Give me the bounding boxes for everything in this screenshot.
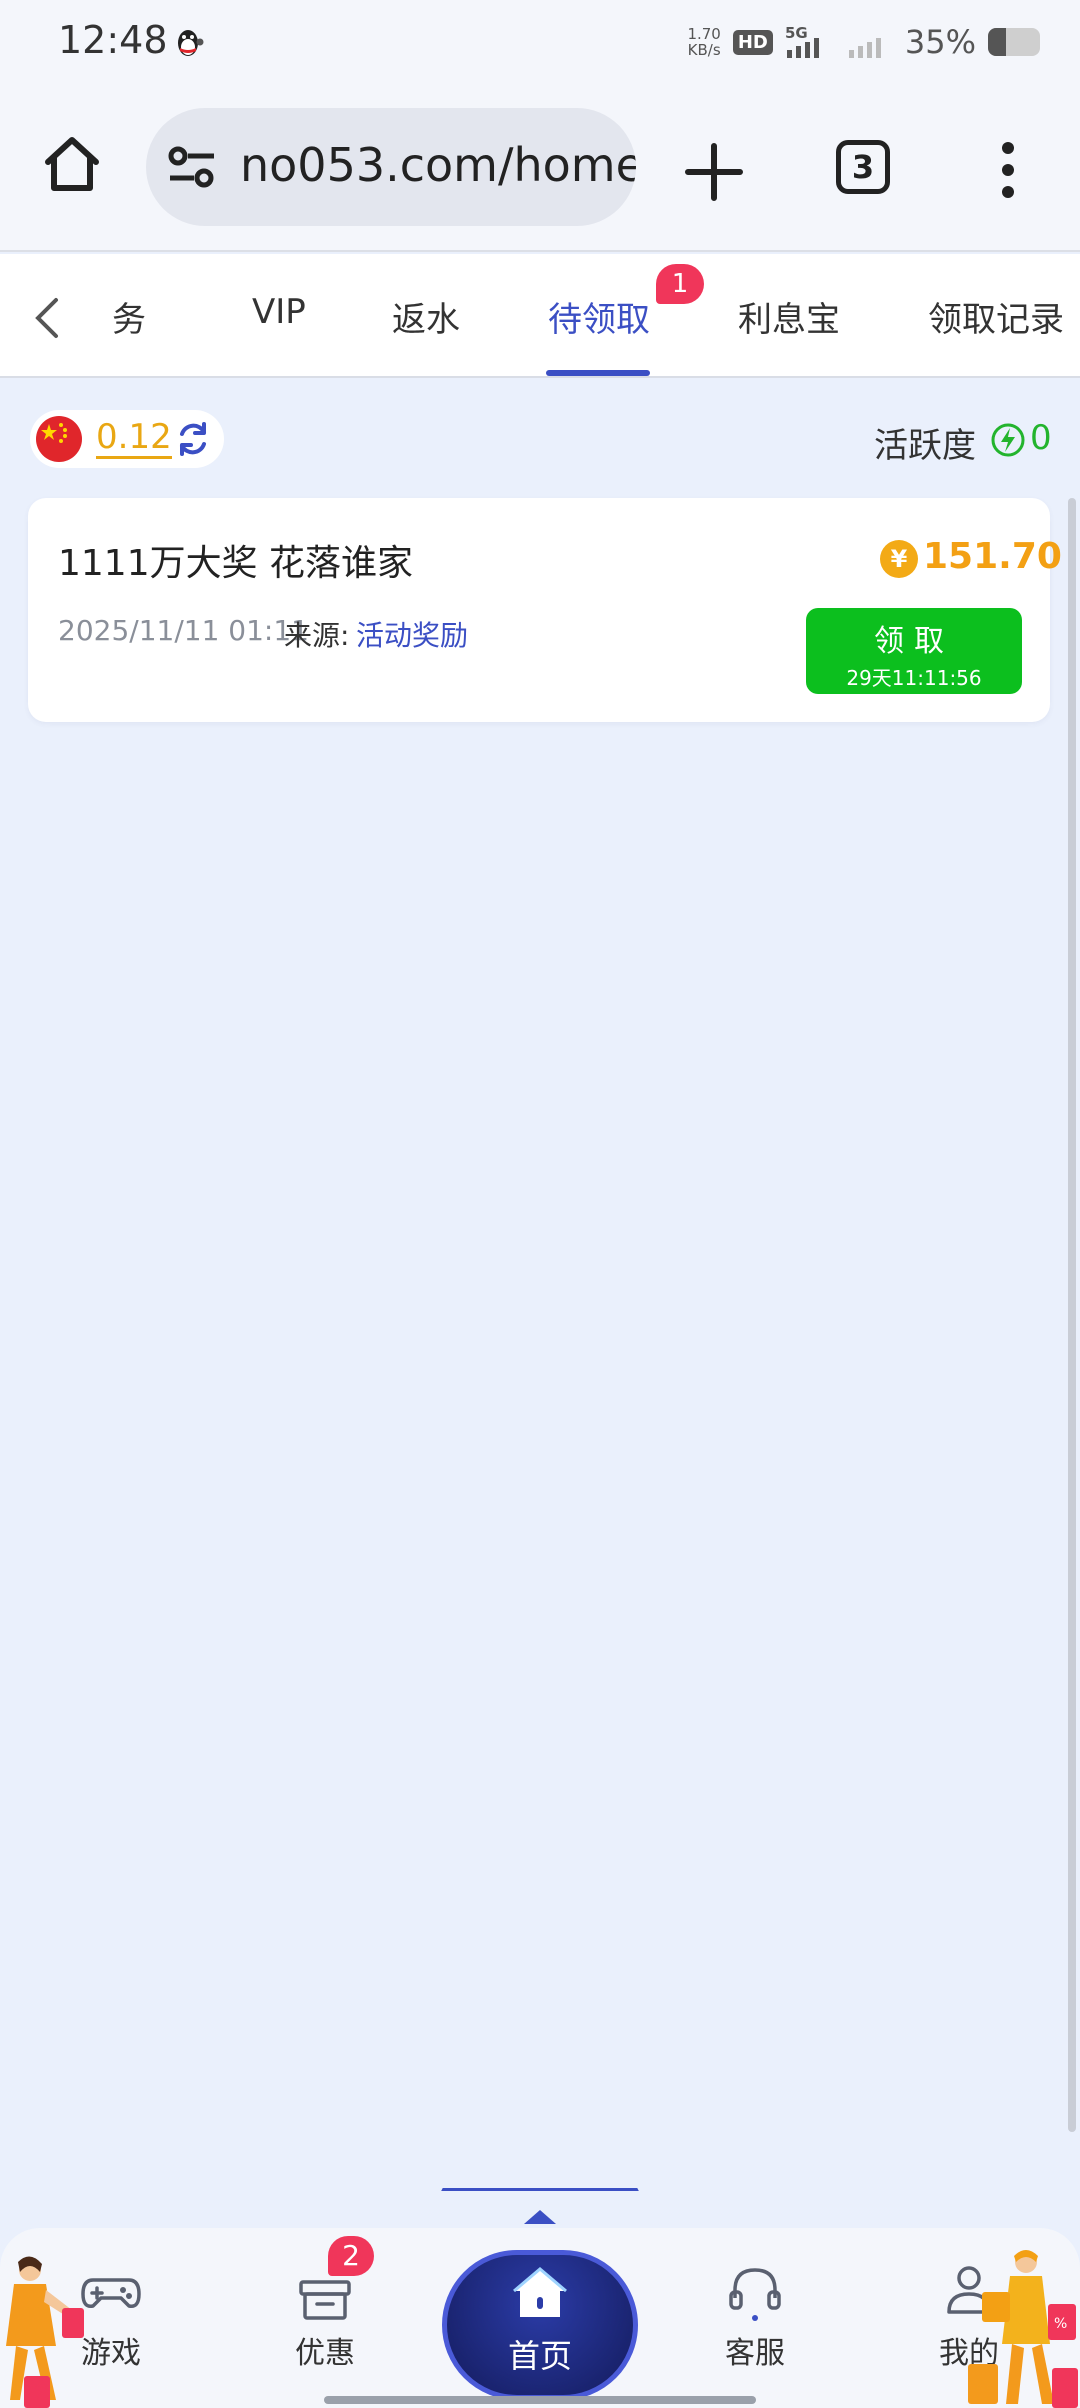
nav-home[interactable]: 首页 <box>442 2250 638 2400</box>
tab-pending-claim[interactable]: 待领取 <box>548 292 650 341</box>
offers-count-badge: 2 <box>328 2236 374 2276</box>
headset-icon <box>729 2268 781 2321</box>
refresh-icon[interactable] <box>174 420 212 458</box>
reward-source-label: 来源: <box>284 619 350 652</box>
hd-icon: HD <box>732 29 773 55</box>
svg-text:5G: 5G <box>785 24 808 42</box>
battery-icon <box>988 28 1040 56</box>
site-settings-icon[interactable] <box>168 146 216 190</box>
address-bar[interactable]: no053.com/home <box>146 108 636 226</box>
reward-date: 2025/11/11 01:11 <box>58 614 309 647</box>
browser-home-icon[interactable] <box>40 132 104 196</box>
coin-icon: ¥ <box>880 540 918 578</box>
home-icon <box>513 2267 567 2317</box>
tab-switcher-button[interactable]: 3 <box>836 140 890 194</box>
tab-rebate[interactable]: 返水 <box>392 292 460 341</box>
claim-button[interactable]: 领取 29天11:11:56 <box>806 608 1022 694</box>
china-flag-icon <box>36 416 82 462</box>
nav-customer-service[interactable]: 客服 <box>690 2260 820 2372</box>
new-tab-icon[interactable] <box>680 138 748 206</box>
reward-source: 活动奖励 <box>356 619 469 652</box>
claim-countdown: 29天11:11:56 <box>846 666 982 690</box>
gesture-navigation-bar[interactable] <box>324 2396 756 2404</box>
reward-amount: 151.70 <box>923 536 1062 577</box>
status-time: 12:48 <box>58 18 168 62</box>
tab-claim-history[interactable]: 领取记录 <box>928 292 1064 341</box>
cell-signal-weak-icon <box>848 38 881 58</box>
active-tab-indicator <box>546 370 650 376</box>
network-speed: 1.70 KB/s <box>687 25 721 59</box>
tab-vip[interactable]: VIP <box>252 292 306 332</box>
cell-signal-5g-icon: 5G <box>785 24 819 58</box>
category-tab-bar: 任务 VIP 返水 待领取 利息宝 领取记录 <box>0 254 1080 378</box>
balance-pill: 0.12 <box>30 410 224 468</box>
nav-customer-service-label: 客服 <box>725 2336 785 2371</box>
nav-home-label: 首页 <box>507 2337 572 2375</box>
nav-offers-label: 优惠 <box>295 2336 355 2371</box>
page-scrollbar[interactable] <box>1068 498 1076 2132</box>
lightning-bolt-icon <box>991 423 1025 457</box>
nav-offers[interactable]: 优惠 <box>260 2260 390 2372</box>
tab-interest[interactable]: 利息宝 <box>738 292 840 341</box>
reward-card: 1111万大奖 花落谁家 2025/11/11 01:11 来源: 活动奖励 ¥… <box>28 498 1062 722</box>
reward-title: 1111万大奖 花落谁家 <box>58 543 414 584</box>
nav-games-label: 游戏 <box>81 2336 141 2371</box>
chevron-left-icon[interactable] <box>28 294 68 342</box>
chevron-up-icon[interactable] <box>522 2208 558 2226</box>
gamepad-icon <box>81 2278 141 2308</box>
browser-toolbar: no053.com/home 3 <box>0 86 1080 252</box>
balance-value: 0.12 <box>96 417 172 459</box>
tab-clip: 任务 <box>112 254 164 378</box>
status-bar: 12:48 1.70 KB/s HD 5G 35% <box>0 0 1080 86</box>
activity-value: 0 <box>1030 418 1052 458</box>
shopper-illustration-right: % <box>968 2250 1078 2408</box>
status-indicators: 1.70 KB/s HD 5G 35% <box>687 20 1040 64</box>
qq-notification-icon <box>178 30 204 56</box>
nav-games[interactable]: 游戏 <box>46 2260 176 2372</box>
activity-label: 活跃度 <box>874 426 976 466</box>
tab-tasks[interactable]: 任务 <box>112 292 146 341</box>
claim-button-label: 领取 <box>874 624 954 659</box>
battery-percent: 35% <box>904 23 976 61</box>
more-menu-icon[interactable] <box>994 140 1022 200</box>
url-text[interactable]: no053.com/home <box>240 138 636 192</box>
battery-level <box>988 28 1007 56</box>
percent-tag: % <box>1054 2316 1067 2332</box>
pending-count-badge: 1 <box>656 264 704 304</box>
